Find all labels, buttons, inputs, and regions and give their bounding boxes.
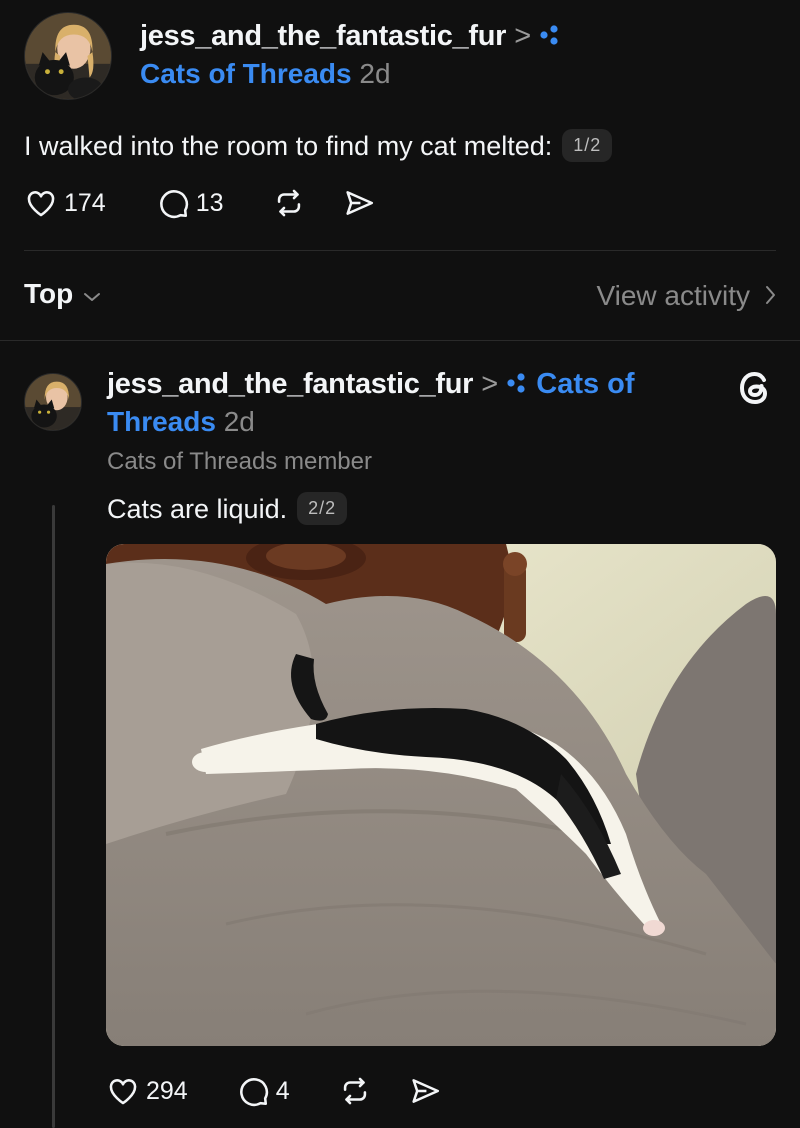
post-image[interactable] [106, 544, 776, 1046]
reply-text: Cats are liquid. [107, 494, 288, 524]
view-activity-link[interactable]: View activity [596, 280, 776, 312]
repost-button[interactable] [338, 1074, 372, 1108]
post-text-row: I walked into the room to find my cat me… [24, 129, 613, 164]
repost-icon [272, 186, 306, 220]
thread-connector-line [52, 505, 55, 1128]
comment-icon [156, 186, 190, 220]
reply-author-avatar[interactable] [24, 373, 82, 431]
chevron-right-icon: > [481, 368, 499, 400]
view-activity-label: View activity [596, 280, 750, 311]
sort-dropdown[interactable]: Top [24, 278, 101, 310]
reply-count: 13 [195, 188, 224, 217]
share-icon [342, 186, 376, 220]
reply-community-link[interactable]: Cats of [536, 368, 634, 400]
repost-button[interactable] [272, 186, 306, 220]
post-header-line2: Cats of Threads 2d [140, 58, 391, 90]
reply-age: 2d [223, 406, 255, 437]
comment-icon [236, 1074, 270, 1108]
author-username[interactable]: jess_and_the_fantastic_fur [140, 20, 506, 52]
like-button[interactable]: 294 [106, 1074, 188, 1108]
reply-button[interactable]: 13 [156, 186, 224, 220]
share-button[interactable] [408, 1074, 442, 1108]
reply-text-row: Cats are liquid. 2/2 [107, 492, 348, 527]
share-icon [408, 1074, 442, 1108]
divider [24, 250, 776, 251]
like-button[interactable]: 174 [24, 186, 106, 220]
sort-label: Top [24, 278, 74, 309]
post-text: I walked into the room to find my cat me… [24, 131, 553, 161]
reply-header-line2: Threads 2d [107, 406, 255, 438]
post-header-line1: jess_and_the_fantastic_fur > [140, 20, 561, 54]
author-avatar[interactable] [24, 12, 112, 100]
chevron-right-icon: > [514, 20, 532, 52]
post-actions: 174 13 [24, 186, 376, 220]
heart-icon [24, 186, 58, 220]
reply-community-link-cont[interactable]: Threads [107, 406, 216, 437]
post-age: 2d [359, 58, 391, 89]
share-button[interactable] [342, 186, 376, 220]
reply-count: 4 [275, 1076, 290, 1105]
reply-header-line1: jess_and_the_fantastic_fur > Cats of [107, 368, 635, 402]
like-count: 174 [64, 188, 106, 217]
post-pager-badge: 1/2 [562, 129, 613, 163]
community-dots-icon [506, 369, 528, 402]
reply-pager-badge: 2/2 [297, 492, 348, 526]
community-dots-icon [539, 21, 561, 54]
heart-icon [106, 1074, 140, 1108]
reply-actions: 294 4 [106, 1074, 442, 1108]
threads-logo-icon[interactable] [735, 368, 775, 408]
reply-author-username[interactable]: jess_and_the_fantastic_fur [107, 368, 473, 400]
community-link[interactable]: Cats of Threads [140, 58, 352, 89]
divider [0, 340, 800, 341]
membership-label: Cats of Threads member [107, 448, 372, 475]
like-count: 294 [146, 1076, 188, 1105]
chevron-right-icon [764, 280, 776, 312]
chevron-down-icon [83, 278, 101, 310]
reply-button[interactable]: 4 [236, 1074, 290, 1108]
thread-view: jess_and_the_fantastic_fur > Cats of Thr… [0, 0, 800, 1128]
repost-icon [338, 1074, 372, 1108]
